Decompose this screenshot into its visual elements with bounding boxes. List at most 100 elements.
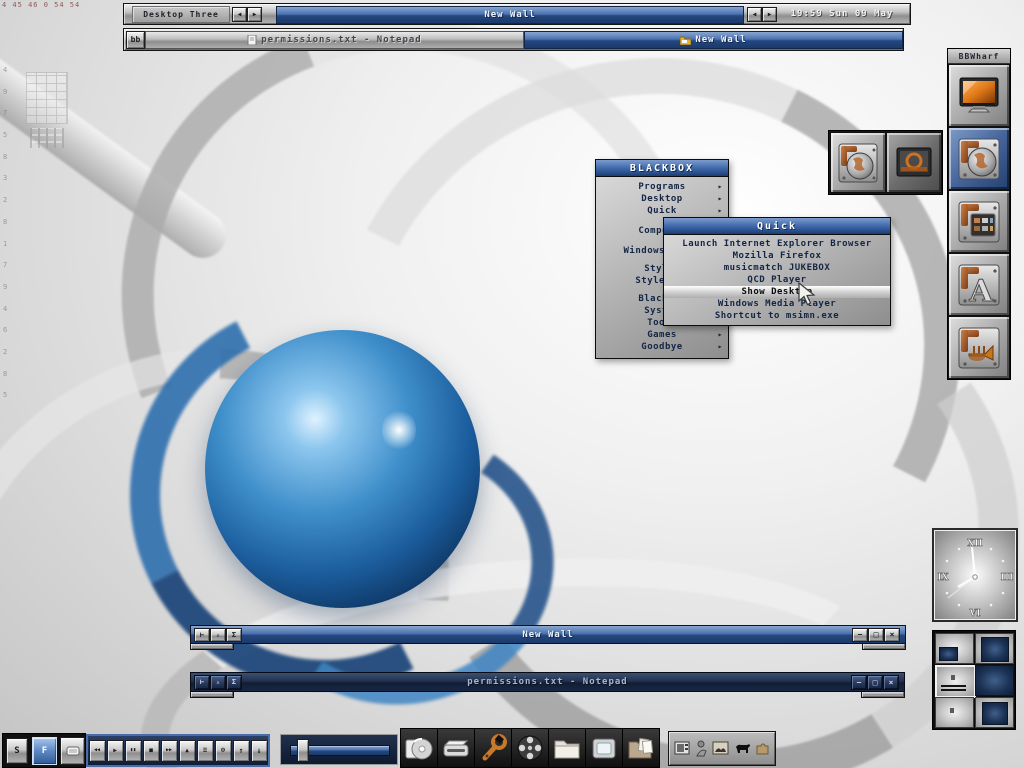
menu-item-desktop[interactable]: Desktop ▸ xyxy=(596,193,728,205)
launcher-item-cd[interactable] xyxy=(400,728,438,768)
window-prev-button[interactable]: ◀ xyxy=(747,7,762,22)
menu-item-mozilla-firefox[interactable]: Mozilla Firefox xyxy=(664,250,890,262)
pager-cell-2[interactable] xyxy=(975,633,1014,664)
pager-cell-5[interactable] xyxy=(935,697,974,728)
menu-item-msimn[interactable]: Shortcut to msimn.exe xyxy=(664,310,890,322)
volume-slider-handle[interactable] xyxy=(297,739,309,762)
analog-clock-widget: XII III VI IX xyxy=(932,528,1018,622)
pager-cell-active[interactable] xyxy=(935,665,976,698)
photo-icon[interactable] xyxy=(712,740,729,757)
f-label: F xyxy=(41,745,48,756)
pager-cell-6[interactable] xyxy=(975,697,1014,728)
screen-icon xyxy=(66,746,79,756)
close-button[interactable]: × xyxy=(883,675,899,690)
workspace-label[interactable]: Desktop Three xyxy=(132,6,230,23)
pager-cell-4[interactable] xyxy=(975,665,1014,696)
task-label: permissions.txt - Notepad xyxy=(261,35,422,45)
menu-item-programs[interactable]: Programs ▸ xyxy=(596,181,728,193)
close-button[interactable]: × xyxy=(884,628,900,642)
submenu-arrow-icon: ▸ xyxy=(717,330,723,339)
screen-button[interactable] xyxy=(60,737,85,765)
menu-item-games[interactable]: Games ▸ xyxy=(596,329,728,341)
bb-menu-button[interactable]: bb xyxy=(126,31,145,49)
playlist-button[interactable]: ≡ xyxy=(196,739,214,762)
workspace-next-button[interactable]: ▶ xyxy=(247,7,262,22)
dock-item-monitor[interactable] xyxy=(886,132,942,193)
volume-down-icon: ↓ xyxy=(256,745,262,755)
forward-icon: ▶▶ xyxy=(165,747,173,753)
launcher-item-drive[interactable] xyxy=(437,728,475,768)
svg-text:A: A xyxy=(968,274,993,309)
minimize-icon: − xyxy=(857,630,863,639)
rewind-icon: ◀◀ xyxy=(93,747,101,753)
play-icon: ▶ xyxy=(113,746,117,754)
record-button[interactable]: ⊙ xyxy=(214,739,232,762)
wharf-item-internet[interactable] xyxy=(948,127,1010,190)
maximize-button[interactable]: □ xyxy=(867,675,883,690)
minimize-icon: − xyxy=(856,677,862,687)
eject-icon: ▲ xyxy=(185,746,189,754)
wallpaper-sphere-highlight xyxy=(382,408,416,452)
monitor-icon xyxy=(959,77,999,112)
f-button[interactable]: F xyxy=(32,737,57,765)
maximize-button[interactable]: □ xyxy=(868,628,884,642)
pager-cell-1[interactable] xyxy=(935,633,974,664)
quick-menu-title: Quick xyxy=(664,218,890,235)
submenu-arrow-icon: ▸ xyxy=(717,182,723,191)
zip-button[interactable]: Σ xyxy=(226,628,242,642)
menu-item-musicmatch[interactable]: musicmatch JUKEBOX xyxy=(664,262,890,274)
launcher-item-box[interactable] xyxy=(585,728,623,768)
shaded-window-notepad[interactable]: ⊢ ▵ Σ permissions.txt - Notepad − □ × xyxy=(190,672,905,692)
wharf-item-apps[interactable] xyxy=(948,190,1010,253)
launcher-item-tools[interactable] xyxy=(474,728,512,768)
menu-item-qcd-player[interactable]: QCD Player xyxy=(664,274,890,286)
pause-button[interactable]: ▮▮ xyxy=(124,739,142,762)
minimize-button[interactable]: − xyxy=(851,675,867,690)
floating-dock xyxy=(828,130,943,195)
close-icon: × xyxy=(889,630,895,639)
dock-item-globe[interactable] xyxy=(830,132,886,193)
rewind-button[interactable]: ◀◀ xyxy=(88,739,106,762)
wharf-item-fonts[interactable]: A xyxy=(948,253,1010,316)
forward-button[interactable]: ▶▶ xyxy=(160,739,178,762)
wallpaper-corner-text: 4 45 46 0 54 54 xyxy=(2,1,81,9)
workspace-prev-button[interactable]: ◀ xyxy=(232,7,247,22)
eject-button[interactable]: ▲ xyxy=(178,739,196,762)
clock-face: XII III VI IX xyxy=(937,539,1013,619)
menu-item-wmp[interactable]: Windows Media Player xyxy=(664,298,890,310)
pager-window xyxy=(981,637,1009,662)
menu-item-launch-ie[interactable]: Launch Internet Explorer Browser xyxy=(664,238,890,250)
volume-up-button[interactable]: ↑ xyxy=(232,739,250,762)
minimize-button[interactable]: − xyxy=(852,628,868,642)
sticky-button[interactable]: ⊢ xyxy=(194,628,210,642)
window-title-text: New Wall xyxy=(522,629,574,640)
shade-button[interactable]: ▵ xyxy=(210,628,226,642)
slide-icon[interactable] xyxy=(674,740,691,757)
stop-button[interactable]: ■ xyxy=(142,739,160,762)
trumpet-folder-icon xyxy=(958,327,1000,368)
shade-button[interactable]: ▵ xyxy=(210,675,226,690)
volume-down-button[interactable]: ↓ xyxy=(250,739,268,762)
launcher-item-video[interactable] xyxy=(511,728,549,768)
task-item-notepad[interactable]: permissions.txt - Notepad xyxy=(145,31,524,49)
menu-item-goodbye[interactable]: Goodbye ▸ xyxy=(596,341,728,353)
window-next-button[interactable]: ▶ xyxy=(762,7,777,22)
menu-item-quick[interactable]: Quick ▸ xyxy=(596,205,728,217)
toolbar-window-title: New Wall xyxy=(276,6,744,24)
launcher-item-folder[interactable] xyxy=(548,728,586,768)
launcher-item-documents[interactable] xyxy=(622,728,660,768)
s-button[interactable]: S xyxy=(6,738,28,764)
notepad-icon xyxy=(247,35,257,45)
figure-icon[interactable] xyxy=(695,740,708,757)
arrow-right-icon: ▶ xyxy=(767,10,772,18)
task-item-new-wall[interactable]: New Wall xyxy=(524,31,903,49)
menu-item-show-desktop[interactable]: Show Desktop xyxy=(664,286,890,298)
shaded-window-new-wall[interactable]: ⊢ ▵ Σ New Wall − □ × xyxy=(190,625,906,644)
wharf-item-display[interactable] xyxy=(948,64,1010,127)
play-button[interactable]: ▶ xyxy=(106,739,124,762)
puzzle-icon[interactable] xyxy=(755,741,770,756)
dog-icon[interactable] xyxy=(734,741,751,756)
wharf-item-media[interactable] xyxy=(948,316,1010,379)
zip-button[interactable]: Σ xyxy=(226,675,242,690)
sticky-button[interactable]: ⊢ xyxy=(194,675,210,690)
